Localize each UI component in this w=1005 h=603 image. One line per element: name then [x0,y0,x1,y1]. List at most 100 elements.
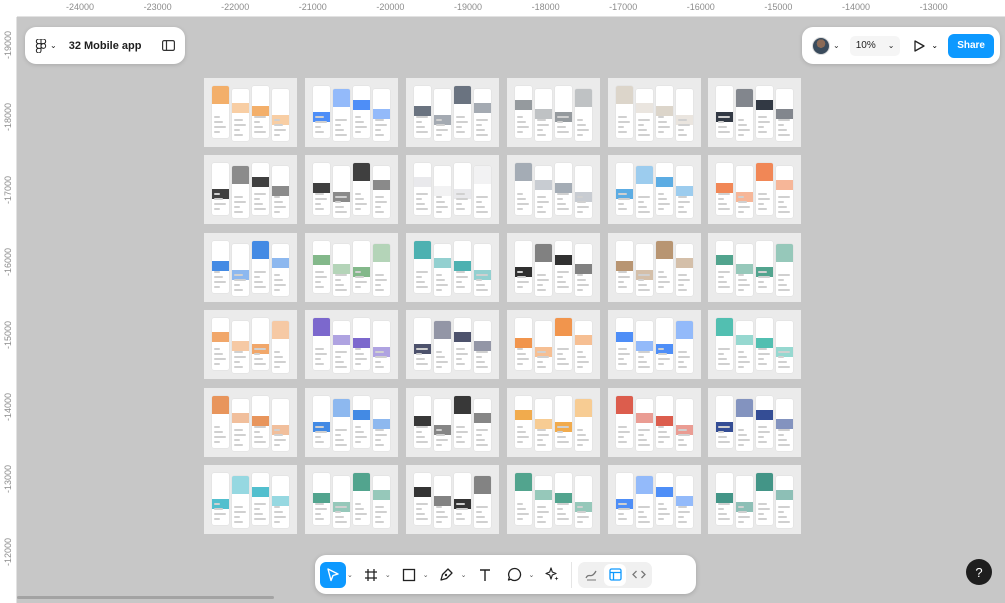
mobile-screen-thumbnail [313,473,330,525]
main-menu-button[interactable]: ⌄ [35,38,57,53]
text-placeholder-line [335,439,344,441]
file-title[interactable]: 32 Mobile app [69,40,142,52]
artboard-frame[interactable] [608,233,701,302]
text-placeholder-line [778,434,784,436]
chevron-down-icon[interactable]: ⌄ [385,571,391,579]
mobile-screen-thumbnail [252,241,269,293]
artboard-frame[interactable] [406,78,499,147]
artboard-frame[interactable] [708,78,801,147]
text-placeholder-line [658,348,664,350]
screen-image-block [535,180,552,190]
user-menu[interactable]: ⌄ [812,36,840,55]
screen-image-block [716,255,733,265]
text-placeholder-line [557,358,566,360]
screen-image-block [414,177,431,187]
screen-image-block [414,241,431,259]
ruler-tick-label: -19000 [3,30,13,60]
artboard-frame[interactable] [204,155,297,224]
mobile-screen-thumbnail [373,89,390,141]
artboard-frame[interactable] [204,310,297,379]
artboard-frame[interactable] [507,233,600,302]
comment-tool-button[interactable] [502,562,528,588]
artboard-frame[interactable] [406,155,499,224]
artboard-frame[interactable] [204,465,297,534]
artboard-frame[interactable] [305,78,398,147]
artboard-frame[interactable] [708,155,801,224]
actions-tool-button[interactable] [539,562,565,588]
screen-image-block [474,413,491,423]
frame-tool-button[interactable] [358,562,384,588]
artboard-frame[interactable] [608,310,701,379]
artboard-frame[interactable] [406,388,499,457]
help-button[interactable]: ? [966,559,992,585]
draw-icon [585,570,597,581]
artboard-frame[interactable] [608,155,701,224]
text-tool-button[interactable] [472,562,498,588]
artboard-frame[interactable] [708,310,801,379]
artboard-frame[interactable] [305,233,398,302]
zoom-dropdown[interactable]: 10% ⌄ [849,35,901,56]
artboard-frame[interactable] [507,155,600,224]
mobile-screen-thumbnail [373,476,390,528]
text-placeholder-line [254,193,266,195]
design-mode-button[interactable] [604,563,627,586]
horizontal-scrollbar[interactable] [17,596,274,599]
shape-tool-button[interactable] [396,562,422,588]
mobile-screen-thumbnail [212,473,229,525]
artboard-frame[interactable] [507,388,600,457]
chevron-down-icon[interactable]: ⌄ [529,571,535,579]
mobile-screen-thumbnail [676,244,693,296]
artboard-frame[interactable] [507,310,600,379]
ruler-tick-label: -17000 [3,175,13,204]
dev-mode-button[interactable] [628,564,650,586]
artboard-frame[interactable] [204,388,297,457]
artboard-frame[interactable] [406,233,499,302]
artboard-frame[interactable] [708,465,801,534]
artboard-frame[interactable] [608,78,701,147]
screen-image-block [313,255,330,265]
artboard-frame[interactable] [305,310,398,379]
mobile-screen-thumbnail [414,86,431,138]
text-placeholder-line [618,116,627,118]
artboard-frame[interactable] [204,233,297,302]
text-placeholder-line [254,358,263,360]
text-placeholder-line [577,206,589,208]
artboard-frame[interactable] [507,465,600,534]
artboard-frame[interactable] [708,233,801,302]
artboard-frame[interactable] [204,78,297,147]
chevron-down-icon[interactable]: ⌄ [461,571,467,579]
text-placeholder-line [214,116,220,118]
mobile-screen-thumbnail [515,86,532,138]
text-placeholder-line [274,284,286,286]
text-placeholder-line [618,441,627,443]
artboard-frame[interactable] [507,78,600,147]
screen-image-block [353,473,370,491]
text-placeholder-line [758,503,767,505]
chevron-down-icon[interactable]: ⌄ [347,571,353,579]
draw-mode-button[interactable] [580,564,602,586]
artboard-frame[interactable] [608,465,701,534]
text-placeholder-line [335,521,347,523]
text-placeholder-line [456,441,465,443]
screen-image-block [333,335,350,345]
artboard-frame[interactable] [305,155,398,224]
frame-icon [364,568,377,581]
chevron-down-icon[interactable]: ⌄ [423,571,429,579]
artboard-frame[interactable] [708,388,801,457]
ruler-tick-label: -16000 [686,2,715,12]
share-button[interactable]: Share [948,33,994,58]
mobile-screen-thumbnail [716,396,733,448]
toggle-sidebar-button[interactable] [162,40,175,51]
text-placeholder-line [738,521,744,523]
artboard-frame[interactable] [406,465,499,534]
move-tool-button[interactable] [320,561,346,588]
artboard-frame[interactable] [305,465,398,534]
mode-switcher [578,561,653,588]
artboard-frame[interactable] [608,388,701,457]
text-placeholder-line [638,134,650,136]
artboard-frame[interactable] [305,388,398,457]
text-placeholder-line [254,518,266,520]
artboard-frame[interactable] [406,310,499,379]
present-button[interactable]: ⌄ [914,39,938,52]
pen-tool-button[interactable] [434,562,460,588]
